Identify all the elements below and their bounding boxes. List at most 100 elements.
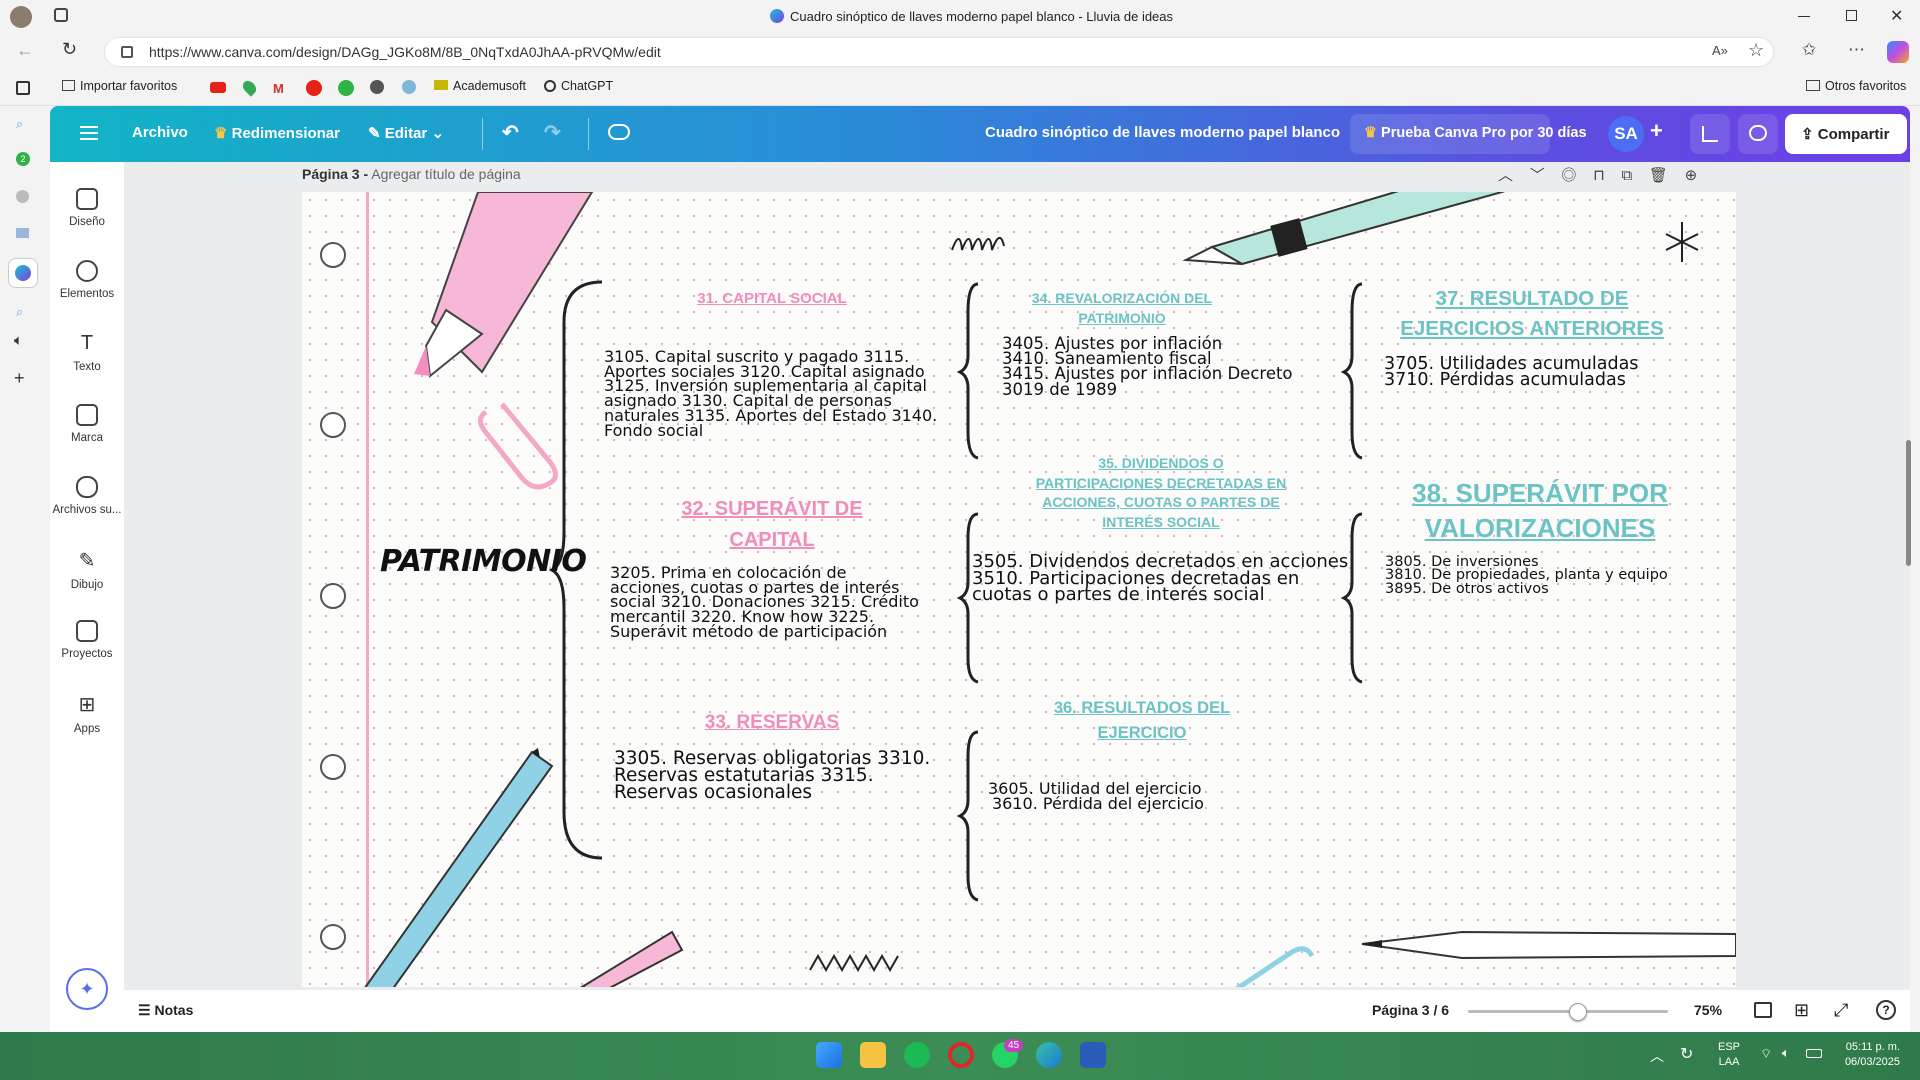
add-icon[interactable]: + (14, 368, 25, 389)
chat-icon[interactable] (16, 228, 29, 238)
volume-icon[interactable]: 🔈︎ (1782, 1045, 1790, 1061)
section-32-title[interactable]: 32. SUPERÁVIT DE CAPITAL (642, 494, 902, 556)
pro-trial-button[interactable]: ♛ Prueba Canva Pro por 30 días (1350, 114, 1587, 154)
chevron-down-icon[interactable]: ﹀ (1530, 167, 1545, 184)
redo-icon[interactable]: ↷ (544, 120, 561, 145)
section-33-title[interactable]: 33. RESERVAS (662, 712, 882, 734)
word-icon[interactable] (1080, 1042, 1106, 1068)
search-icon[interactable]: ⌕ (16, 116, 23, 132)
add-page-icon[interactable]: ⊕ (1685, 167, 1698, 184)
read-aloud-icon[interactable]: A» (1712, 43, 1728, 58)
language-indicator[interactable]: ESP LAA (1718, 1040, 1740, 1070)
page-indicator[interactable]: Página 3 / 6 (1372, 1002, 1449, 1018)
add-page-title[interactable]: Agregar título de página (371, 166, 520, 182)
search-small-icon[interactable]: ⌕ (16, 304, 23, 320)
grid-view-icon[interactable]: ⊞ (1794, 1000, 1809, 1021)
duplicate-icon[interactable]: ⧉ (1621, 167, 1632, 184)
section-35-title[interactable]: 35. DIVIDENDOS O PARTICIPACIONES DECRETA… (1018, 454, 1304, 532)
extension-icon[interactable] (370, 80, 384, 94)
panel-apps[interactable]: ⊞ Apps (50, 692, 124, 735)
magic-assistant-button[interactable]: ✦ (66, 968, 108, 1010)
zoom-level[interactable]: 75% (1694, 1002, 1722, 1018)
other-favorites[interactable]: Otros favoritos (1806, 79, 1906, 93)
clock[interactable]: 05:11 p. m. 06/03/2025 (1838, 1040, 1900, 1070)
copilot-icon[interactable] (1887, 41, 1909, 63)
gmail-icon[interactable]: M (273, 81, 284, 96)
section-36-body[interactable]: 3605. Utilidad del ejercicio 3610. Pérdi… (988, 781, 1204, 811)
section-37-body[interactable]: 3705. Utilidades acumuladas 3710. Pérdid… (1384, 355, 1638, 389)
battery-icon[interactable] (1806, 1049, 1822, 1058)
sidebar-toggle-icon[interactable] (16, 81, 30, 95)
trash-icon[interactable]: 🗑︎ (1649, 167, 1668, 184)
bookmark-academusoft[interactable]: Academusoft (434, 79, 526, 93)
panel-projects[interactable]: Proyectos (50, 620, 124, 660)
site-info-icon[interactable] (121, 46, 133, 58)
section-38-title[interactable]: 38. SUPERÁVIT POR VALORIZACIONES (1390, 476, 1690, 546)
panel-uploads[interactable]: Archivos su... (50, 476, 124, 516)
maps-icon[interactable] (240, 78, 259, 97)
panel-design[interactable]: Diseño (50, 188, 124, 228)
star-icon[interactable]: ☆ (1748, 40, 1764, 61)
menu-icon[interactable] (80, 126, 98, 140)
section-34-title[interactable]: 34. REVALORIZACIÓN DEL PATRIMONIO (1002, 288, 1242, 329)
file-explorer-icon[interactable] (860, 1042, 886, 1068)
page-view-icon[interactable] (1754, 1002, 1772, 1018)
vertical-scrollbar[interactable] (1906, 440, 1911, 566)
panel-brand[interactable]: Marca (50, 404, 124, 444)
section-38-body[interactable]: 3805. De inversiones 3810. De propiedade… (1385, 555, 1668, 597)
file-menu[interactable]: Archivo (132, 124, 188, 141)
edge-icon[interactable] (1036, 1042, 1062, 1068)
resize-button[interactable]: ♛ Redimensionar (214, 124, 340, 142)
main-title[interactable]: PATRIMONIO (380, 544, 587, 579)
minimize-icon[interactable] (1798, 16, 1810, 17)
speaker-icon[interactable]: 🔈︎ (14, 332, 23, 349)
section-33-body[interactable]: 3305. Reservas obligatorias 3310. Reserv… (614, 749, 930, 802)
section-31-title[interactable]: 31. CAPITAL SOCIAL (662, 290, 882, 307)
spotify-icon[interactable] (904, 1042, 930, 1068)
panel-draw[interactable]: ✎ Dibujo (50, 548, 124, 591)
panel-text[interactable]: T Texto (50, 332, 124, 373)
undo-icon[interactable]: ↶ (502, 120, 519, 145)
chevron-up-icon[interactable]: ︿ (1498, 167, 1513, 184)
insights-button[interactable] (1690, 114, 1730, 154)
lock-icon[interactable]: ⊓ (1593, 167, 1605, 184)
url-input[interactable]: https://www.canva.com/design/DAGg_JGKo8M… (104, 37, 1774, 67)
section-34-body[interactable]: 3405. Ajustes por inflación 3410. Saneam… (1002, 335, 1293, 397)
opera-icon[interactable] (948, 1042, 974, 1068)
share-button[interactable]: ⇪ Compartir (1785, 114, 1907, 154)
cloud-saved-icon[interactable] (608, 124, 630, 140)
profile-avatar[interactable] (10, 6, 32, 28)
app-icon[interactable] (402, 80, 416, 94)
wifi-icon[interactable]: ⌔ (1760, 1046, 1772, 1062)
restore-icon[interactable] (1846, 10, 1857, 21)
panel-elements[interactable]: Elementos (50, 260, 124, 300)
section-35-body[interactable]: 3505. Dividendos decretados en acciones … (972, 553, 1348, 604)
youtube-icon[interactable] (210, 82, 226, 93)
zoom-slider-thumb[interactable] (1569, 1003, 1587, 1021)
music-icon[interactable] (306, 80, 322, 96)
favorites-icon[interactable]: ✩ (1802, 40, 1816, 60)
add-collaborator-icon[interactable]: + (1650, 118, 1663, 144)
more-icon[interactable]: ⋯ (1848, 40, 1865, 60)
refresh-icon[interactable]: ↻ (62, 39, 77, 60)
circle-icon[interactable] (16, 190, 29, 203)
section-37-title[interactable]: 37. RESULTADO DE EJERCICIOS ANTERIORES (1382, 284, 1682, 343)
badge-icon[interactable]: 2 (16, 152, 30, 166)
bookmark-chatgpt[interactable]: ChatGPT (544, 79, 613, 93)
canva-tab-icon[interactable] (8, 258, 38, 288)
sync-icon[interactable]: ↻ (1680, 1044, 1693, 1064)
fullscreen-icon[interactable]: ⤢ (1834, 1000, 1848, 1021)
design-title[interactable]: Cuadro sinóptico de llaves moderno papel… (985, 124, 1340, 141)
section-36-title[interactable]: 36. RESULTADOS DEL EJERCICIO (1032, 696, 1252, 746)
back-icon[interactable]: ← (16, 40, 34, 61)
edit-menu[interactable]: ✎ Editar ⌄ (368, 124, 444, 142)
close-window-icon[interactable]: ✕ (1890, 6, 1903, 26)
bookmark-import[interactable]: Importar favoritos (62, 79, 177, 93)
avatar[interactable]: SA (1608, 116, 1644, 152)
help-icon[interactable]: ? (1876, 1000, 1896, 1020)
section-31-body[interactable]: 3105. Capital suscrito y pagado 3115. Ap… (604, 349, 937, 438)
zoom-slider[interactable] (1468, 1003, 1668, 1021)
green-app-icon[interactable] (338, 80, 354, 96)
notes-button[interactable]: ☰ Notas (138, 1002, 193, 1019)
start-icon[interactable] (816, 1042, 842, 1068)
